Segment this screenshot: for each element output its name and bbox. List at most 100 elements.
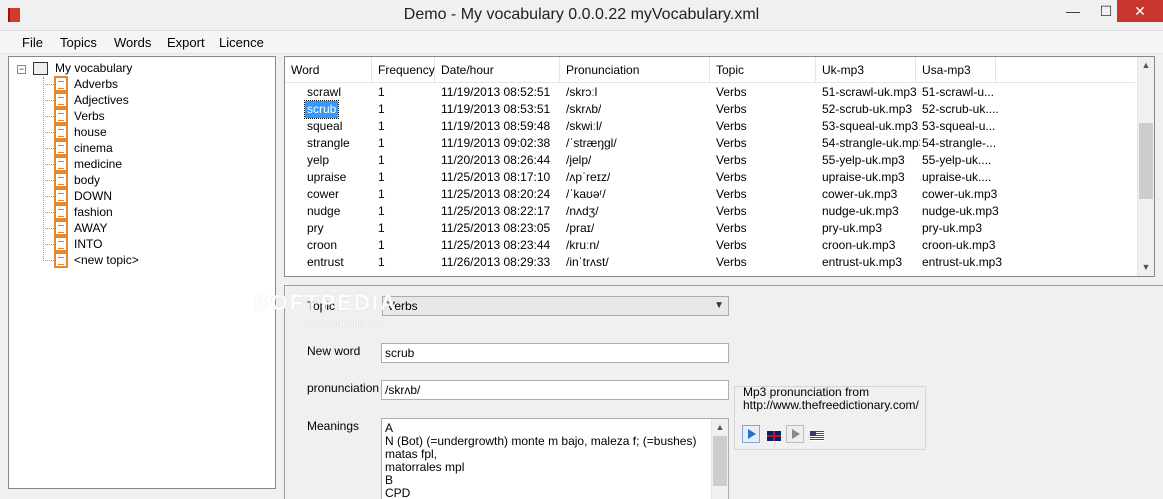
table-cell[interactable]: 1 (378, 118, 385, 135)
table-cell[interactable]: pry-uk.mp3 (822, 220, 882, 237)
table-cell[interactable]: 52-scrub-uk.... (922, 101, 999, 118)
table-cell[interactable]: /skwiːl/ (566, 118, 602, 135)
table-cell[interactable]: 1 (378, 186, 385, 203)
tree-item-label[interactable]: body (74, 173, 100, 187)
table-cell[interactable]: nudge-uk.mp3 (822, 203, 899, 220)
table-cell[interactable]: Verbs (716, 118, 747, 135)
column-header-topic[interactable]: Topic (710, 57, 816, 83)
table-cell[interactable]: 1 (378, 237, 385, 254)
tree-item-label[interactable]: INTO (74, 237, 102, 251)
column-header-date-hour[interactable]: Date/hour (435, 57, 560, 83)
meanings-textarea[interactable]: A N (Bot) (=undergrowth) monte m bajo, m… (381, 418, 729, 499)
table-cell[interactable]: 1 (378, 220, 385, 237)
tree-item-down[interactable]: DOWN (43, 188, 243, 204)
table-row[interactable]: squeal 1 11/19/2013 08:59:48/skwiːl/Verbs 5… (285, 118, 1135, 135)
scroll-thumb[interactable] (1139, 123, 1153, 199)
play-uk-button[interactable] (742, 425, 760, 443)
table-cell[interactable]: pry (307, 220, 324, 237)
table-cell[interactable]: /ˈkaʊəʳ/ (566, 186, 606, 203)
table-cell[interactable]: Verbs (716, 135, 747, 152)
table-cell[interactable]: 54-strangle-uk.mp3 (822, 135, 920, 152)
minimize-button[interactable]: — (1058, 0, 1088, 22)
table-row[interactable]: upraise 1 11/25/2013 08:17:10/ʌpˈreɪz/Verb… (285, 169, 1135, 186)
tree-item-label[interactable]: AWAY (74, 221, 108, 235)
table-cell[interactable]: 11/25/2013 08:17:10 (441, 169, 550, 186)
tree-item-medicine[interactable]: medicine (43, 156, 243, 172)
table-cell[interactable]: entrust-uk.mp3 (922, 254, 1002, 271)
table-cell[interactable]: /praɪ/ (566, 220, 594, 237)
table-cell[interactable]: 11/20/2013 08:26:44 (441, 152, 550, 169)
table-cell[interactable]: 11/19/2013 08:52:51 (441, 84, 550, 101)
tree-item-label[interactable]: Verbs (74, 109, 105, 123)
table-cell[interactable]: 11/26/2013 08:29:33 (441, 254, 550, 271)
tree-item-label[interactable]: <new topic> (74, 253, 139, 267)
table-cell[interactable]: /ˈstræŋgl/ (566, 135, 617, 152)
new-word-input[interactable]: scrub (381, 343, 729, 363)
table-cell[interactable]: 52-scrub-uk.mp3 (822, 101, 912, 118)
tree-item-body[interactable]: body (43, 172, 243, 188)
table-cell[interactable]: 1 (378, 101, 385, 118)
table-cell[interactable]: 11/25/2013 08:23:05 (441, 220, 550, 237)
scroll-down-icon[interactable]: ▼ (1138, 259, 1154, 276)
table-row[interactable]: scrub 1 11/19/2013 08:53:51/skrʌb/Verbs 52-… (285, 100, 1135, 119)
table-cell[interactable]: Verbs (716, 220, 747, 237)
table-cell[interactable]: entrust (307, 254, 344, 271)
topic-tree[interactable]: − My vocabulary Adverbs Adjectives Verbs… (8, 56, 276, 489)
column-header-frequency[interactable]: Frequency (372, 57, 435, 83)
table-cell[interactable]: upraise (307, 169, 346, 186)
table-cell[interactable]: /skrɔːl (566, 84, 597, 101)
table-cell[interactable]: 1 (378, 169, 385, 186)
menu-topics[interactable]: Topics (60, 35, 97, 50)
tree-item-new-topic[interactable]: <new topic> (43, 252, 243, 268)
collapse-icon[interactable]: − (17, 65, 26, 74)
table-cell[interactable]: /nʌdʒ/ (566, 203, 599, 220)
tree-item-label[interactable]: fashion (74, 205, 113, 219)
table-cell[interactable]: scrawl (307, 84, 341, 101)
pronunciation-input[interactable]: /skrʌb/ (381, 380, 729, 400)
table-cell[interactable]: cower (307, 186, 339, 203)
chevron-down-icon[interactable]: ▼ (714, 297, 724, 315)
table-cell[interactable]: 1 (378, 152, 385, 169)
table-cell[interactable]: 11/25/2013 08:23:44 (441, 237, 550, 254)
table-row[interactable]: strangle 1 11/19/2013 09:02:38/ˈstræŋgl/Ve… (285, 135, 1135, 152)
table-cell[interactable]: upraise-uk.mp3 (822, 169, 905, 186)
tree-root-label[interactable]: My vocabulary (55, 61, 132, 75)
table-cell[interactable]: 51-scrawl-uk.mp3 (822, 84, 917, 101)
table-cell[interactable]: 55-yelp-uk.mp3 (822, 152, 905, 169)
table-cell[interactable]: 1 (378, 135, 385, 152)
scroll-up-icon[interactable]: ▲ (1138, 57, 1154, 74)
table-cell[interactable]: 51-scrawl-u... (922, 84, 994, 101)
menu-licence[interactable]: Licence (219, 35, 264, 50)
table-cell[interactable]: Verbs (716, 152, 747, 169)
menu-export[interactable]: Export (167, 35, 205, 50)
table-cell[interactable]: 1 (378, 84, 385, 101)
tree-item-into[interactable]: INTO (43, 236, 243, 252)
table-cell[interactable]: 11/19/2013 08:59:48 (441, 118, 550, 135)
table-cell[interactable]: nudge (307, 203, 340, 220)
tree-item-adjectives[interactable]: Adjectives (43, 92, 243, 108)
table-cell[interactable]: Verbs (716, 101, 747, 118)
menu-file[interactable]: File (22, 35, 43, 50)
table-cell[interactable]: 11/19/2013 09:02:38 (441, 135, 550, 152)
scroll-thumb[interactable] (713, 436, 727, 486)
table-cell[interactable]: croon-uk.mp3 (822, 237, 895, 254)
table-cell[interactable]: Verbs (716, 186, 747, 203)
table-row[interactable]: entrust 1 11/26/2013 08:29:33/inˈtrʌst/Ver… (285, 254, 1135, 271)
table-cell[interactable]: Verbs (716, 169, 747, 186)
tree-item-cinema[interactable]: cinema (43, 140, 243, 156)
table-cell[interactable]: 55-yelp-uk.... (922, 152, 991, 169)
tree-item-away[interactable]: AWAY (43, 220, 243, 236)
tree-item-label[interactable]: cinema (74, 141, 113, 155)
table-row[interactable]: yelp 1 11/20/2013 08:26:44/jelp/Verbs 55-ye… (285, 152, 1135, 169)
table-cell[interactable]: 11/19/2013 08:53:51 (441, 101, 550, 118)
table-cell[interactable]: Verbs (716, 84, 747, 101)
tree-item-house[interactable]: house (43, 124, 243, 140)
table-cell[interactable]: 53-squeal-u... (922, 118, 995, 135)
tree-item-label[interactable]: house (74, 125, 107, 139)
table-cell[interactable]: 11/25/2013 08:20:24 (441, 186, 550, 203)
scroll-up-icon[interactable]: ▲ (712, 419, 728, 436)
tree-item-label[interactable]: medicine (74, 157, 122, 171)
table-cell[interactable]: nudge-uk.mp3 (922, 203, 999, 220)
table-row[interactable]: croon 1 11/25/2013 08:23:44/kruːn/Verbs cro… (285, 237, 1135, 254)
table-cell[interactable]: 1 (378, 254, 385, 271)
